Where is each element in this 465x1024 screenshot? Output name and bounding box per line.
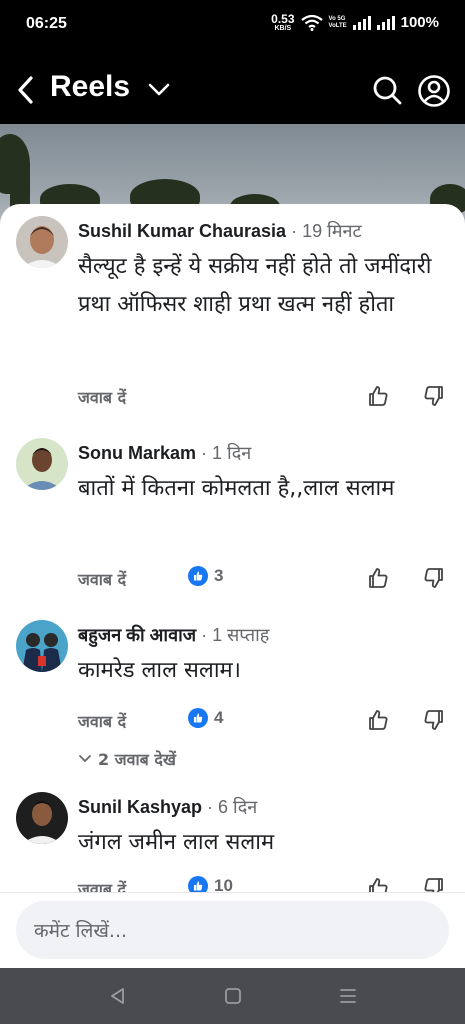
- commenter-name[interactable]: Sunil Kashyap: [78, 797, 202, 817]
- thumbs-up-icon[interactable]: [366, 876, 390, 892]
- network-speed-unit: KB/S: [274, 25, 292, 32]
- battery-level: 100%: [400, 14, 439, 31]
- reply-button[interactable]: जवाब दें: [78, 386, 126, 408]
- thumbs-up-icon[interactable]: [366, 566, 390, 590]
- wifi-icon: [300, 14, 323, 31]
- thumbs-down-icon[interactable]: [422, 384, 446, 408]
- comment-composer: कमेंट लिखें...: [0, 892, 465, 968]
- back-arrow-icon[interactable]: [12, 72, 40, 108]
- thumbs-down-icon[interactable]: [422, 876, 446, 892]
- thumbs-down-icon[interactable]: [422, 566, 446, 590]
- like-reaction-icon: [188, 708, 208, 728]
- volte-line1: Vo 5G: [328, 15, 346, 22]
- avatar[interactable]: [16, 216, 68, 268]
- reply-button[interactable]: जवाब दें: [78, 710, 126, 732]
- separator: ·: [196, 443, 213, 463]
- comment-text: जंगल जमीन लाल सलाम: [78, 830, 275, 855]
- avatar[interactable]: [16, 792, 68, 844]
- view-replies-label: 2 जवाब देखें: [98, 750, 176, 769]
- comment-header: बहुजन की आवाज · 1 सप्ताह: [78, 623, 269, 647]
- thumbs-up-icon[interactable]: [366, 708, 390, 732]
- navigation-bar: [0, 968, 465, 1024]
- chevron-down-icon: [79, 755, 91, 763]
- separator: ·: [196, 625, 213, 645]
- status-time: 06:25: [26, 15, 67, 32]
- status-icons: 0.53 KB/S Vo 5G VoLTE 100%: [271, 13, 439, 32]
- reaction-summary[interactable]: 4: [188, 708, 223, 728]
- profile-icon[interactable]: [417, 74, 451, 108]
- avatar[interactable]: [16, 438, 68, 490]
- chevron-down-icon[interactable]: [148, 82, 170, 98]
- comment-actions: जवाब दें 4: [78, 708, 448, 734]
- separator: ·: [286, 221, 303, 241]
- comments-sheet[interactable]: Sushil Kumar Chaurasia · 19 मिनट सैल्यूट…: [0, 204, 465, 892]
- signal-icon-2: [376, 15, 395, 30]
- comment-header: Sonu Markam · 1 दिन: [78, 441, 251, 465]
- avatar[interactable]: [16, 620, 68, 672]
- like-reaction-icon: [188, 566, 208, 586]
- reaction-count: 3: [214, 566, 224, 585]
- network-speed: 0.53 KB/S: [271, 13, 294, 32]
- thumbs-up-icon[interactable]: [366, 384, 390, 408]
- commenter-name[interactable]: बहुजन की आवाज: [78, 625, 196, 645]
- network-speed-value: 0.53: [271, 12, 295, 26]
- reply-button[interactable]: जवाब दें: [78, 878, 126, 892]
- comment-header: Sunil Kashyap · 6 दिन: [78, 795, 257, 819]
- comment-time: 6 दिन: [218, 797, 258, 817]
- view-replies-button[interactable]: 2 जवाब देखें: [78, 748, 176, 770]
- back-nav-icon[interactable]: [106, 984, 130, 1008]
- search-icon[interactable]: [371, 74, 403, 106]
- like-reaction-icon: [188, 876, 208, 892]
- comment-time: 1 दिन: [212, 443, 252, 463]
- reaction-count: 4: [214, 708, 224, 727]
- page-title[interactable]: Reels: [50, 70, 130, 104]
- comment-time: 19 मिनट: [302, 221, 362, 241]
- separator: ·: [202, 797, 219, 817]
- thumbs-down-icon[interactable]: [422, 708, 446, 732]
- comment-text: सैल्यूट है इन्हें ये सक्रीय नहीं होते तो…: [78, 254, 432, 317]
- comment-actions: जवाब दें: [78, 384, 448, 410]
- commenter-name[interactable]: Sonu Markam: [78, 443, 196, 463]
- status-bar: 06:25 0.53 KB/S Vo 5G VoLTE 100%: [0, 0, 465, 52]
- comment-time: 1 सप्ताह: [212, 625, 270, 645]
- reaction-summary[interactable]: 3: [188, 566, 223, 586]
- reaction-summary[interactable]: 10: [188, 876, 233, 892]
- reaction-count: 10: [214, 876, 233, 892]
- comment-header: Sushil Kumar Chaurasia · 19 मिनट: [78, 219, 362, 243]
- volte-line2: VoLTE: [328, 22, 347, 29]
- reply-button[interactable]: जवाब दें: [78, 568, 126, 590]
- menu-nav-icon[interactable]: [336, 984, 360, 1008]
- comment-input[interactable]: कमेंट लिखें...: [16, 901, 449, 959]
- comment-text: बातों में कितना कोमलता है,,लाल सलाम: [78, 476, 395, 501]
- comment-text: कामरेड लाल सलाम।: [78, 658, 242, 683]
- app-header: Reels: [0, 52, 465, 124]
- comment-actions: जवाब दें 3: [78, 566, 448, 592]
- comment-actions: जवाब दें 10: [78, 876, 448, 892]
- commenter-name[interactable]: Sushil Kumar Chaurasia: [78, 221, 286, 241]
- signal-icon-1: [352, 15, 371, 30]
- home-nav-icon[interactable]: [221, 984, 245, 1008]
- volte-indicator: Vo 5G VoLTE: [329, 16, 347, 29]
